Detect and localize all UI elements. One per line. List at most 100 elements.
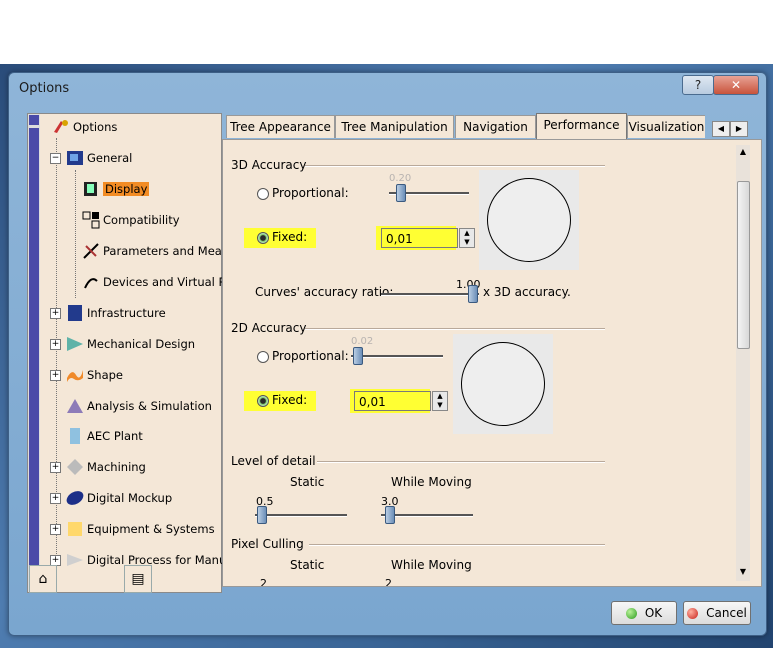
dialog-title: Options xyxy=(19,81,70,96)
culling-moving-value: 2 xyxy=(385,577,392,587)
tree-connector xyxy=(75,170,77,298)
content-scroll-thumb[interactable] xyxy=(737,181,750,349)
preview-2d xyxy=(453,334,553,434)
input-2d-fixed[interactable]: 0,01 xyxy=(354,391,431,411)
tree-item-infrastructure[interactable]: + Infrastructure xyxy=(50,302,166,324)
divider xyxy=(305,165,605,167)
tab-navigation[interactable]: Navigation xyxy=(455,115,536,138)
digital-process-icon xyxy=(66,551,84,569)
expand-icon[interactable]: + xyxy=(50,369,61,381)
tree-scrollbar[interactable] xyxy=(28,114,40,592)
expand-icon[interactable]: + xyxy=(50,461,61,473)
slider-curves-accuracy-thumb[interactable] xyxy=(468,285,478,303)
radio-2d-fixed[interactable] xyxy=(257,395,269,407)
divider xyxy=(317,461,605,463)
spinner-3d-fixed[interactable]: ▲ ▼ xyxy=(459,228,475,248)
tree-item-machining[interactable]: + Machining xyxy=(50,456,146,478)
expand-icon[interactable]: + xyxy=(50,307,61,319)
expand-icon[interactable]: + xyxy=(50,523,61,535)
label-3d-proportional: Proportional: xyxy=(272,186,349,200)
aec-plant-icon xyxy=(66,427,84,445)
shape-icon xyxy=(66,366,84,384)
label-culling-static: Static xyxy=(290,558,325,572)
label-2d-proportional: Proportional: xyxy=(272,349,349,363)
content-scrollbar[interactable]: ▲ ▼ xyxy=(736,145,750,581)
spinner-2d-fixed[interactable]: ▲ ▼ xyxy=(432,391,448,411)
radio-3d-proportional[interactable] xyxy=(257,188,269,200)
collapse-icon[interactable]: − xyxy=(50,152,61,164)
label-culling-moving: While Moving xyxy=(391,558,472,572)
compatibility-icon xyxy=(82,211,100,229)
cancel-icon xyxy=(687,607,699,619)
slider-lod-static[interactable] xyxy=(255,514,347,517)
preview-3d xyxy=(479,170,579,270)
export-settings-button[interactable]: ▤ xyxy=(124,565,152,593)
display-icon xyxy=(82,180,100,198)
tree-item-shape[interactable]: + Shape xyxy=(50,364,123,386)
equipment-icon xyxy=(66,520,84,538)
options-dialog: Options ? ✕ Options − General Display Co… xyxy=(8,72,767,636)
scroll-up-icon[interactable] xyxy=(29,115,39,125)
tab-bar: Tree Appearance Tree Manipulation Naviga… xyxy=(222,113,749,139)
cancel-button[interactable]: Cancel xyxy=(683,601,751,625)
tree-item-equipment[interactable]: + Equipment & Systems xyxy=(50,518,215,540)
slider-2d-proportional-thumb[interactable] xyxy=(353,347,363,365)
scroll-down-icon[interactable]: ▼ xyxy=(736,567,750,579)
tab-visualization[interactable]: Visualization xyxy=(627,115,705,138)
section-2d-accuracy: 2D Accuracy xyxy=(231,321,307,335)
slider-lod-static-thumb[interactable] xyxy=(257,506,267,524)
divider xyxy=(309,544,605,546)
tree-item-mechanical-design[interactable]: + Mechanical Design xyxy=(50,333,195,355)
slider-3d-proportional-thumb[interactable] xyxy=(396,184,406,202)
expand-icon[interactable]: + xyxy=(50,492,61,504)
machining-icon xyxy=(66,458,84,476)
slider-2d-proportional[interactable] xyxy=(351,355,443,358)
general-icon xyxy=(66,149,84,167)
radio-2d-proportional[interactable] xyxy=(257,351,269,363)
tree-item-parameters[interactable]: Parameters and Measur xyxy=(82,240,240,262)
tab-performance[interactable]: Performance xyxy=(536,113,627,139)
tree-item-analysis[interactable]: Analysis & Simulation xyxy=(66,395,212,417)
tree-item-display[interactable]: Display xyxy=(82,178,150,200)
section-level-of-detail: Level of detail xyxy=(231,454,316,468)
slider-curves-accuracy[interactable] xyxy=(381,293,479,296)
tree-item-devices[interactable]: Devices and Virtual Rea xyxy=(82,271,240,293)
document-icon: ▤ xyxy=(131,571,145,587)
ok-button[interactable]: OK xyxy=(611,601,677,625)
preview-3d-circle xyxy=(487,178,571,262)
input-3d-fixed[interactable]: 0,01 xyxy=(381,228,458,248)
tree-scroll-thumb[interactable] xyxy=(29,128,39,578)
tree-item-digital-mockup[interactable]: + Digital Mockup xyxy=(50,487,172,509)
expand-icon[interactable]: + xyxy=(50,554,61,566)
tab-tree-appearance[interactable]: Tree Appearance xyxy=(226,115,335,138)
radio-3d-fixed[interactable] xyxy=(257,232,269,244)
performance-panel: 3D Accuracy Proportional: 0.20 Fixed: 0,… xyxy=(222,139,762,587)
label-curves-suffix: x 3D accuracy. xyxy=(483,285,571,299)
help-button[interactable]: ? xyxy=(682,75,714,95)
section-pixel-culling: Pixel Culling xyxy=(231,537,304,551)
scroll-up-icon[interactable]: ▲ xyxy=(736,147,750,159)
options-tree: Options − General Display Compatibility … xyxy=(27,113,240,593)
tab-tree-manipulation[interactable]: Tree Manipulation xyxy=(335,115,454,138)
infrastructure-icon xyxy=(66,304,84,322)
analysis-icon xyxy=(66,397,84,415)
tab-scroll-left-icon[interactable]: ◀ xyxy=(712,121,730,137)
slider-lod-moving-thumb[interactable] xyxy=(385,506,395,524)
mechanical-design-icon xyxy=(66,335,84,353)
tab-scroll-right-icon[interactable]: ▶ xyxy=(730,121,748,137)
preview-2d-circle xyxy=(461,342,545,426)
home-icon: ⌂ xyxy=(38,571,48,587)
devices-icon xyxy=(82,273,100,291)
tree-item-general[interactable]: − General xyxy=(50,147,132,169)
section-3d-accuracy: 3D Accuracy xyxy=(231,158,307,172)
close-button[interactable]: ✕ xyxy=(713,75,759,95)
tree-item-aec-plant[interactable]: AEC Plant xyxy=(66,425,143,447)
slider-2d-proportional-value: 0.02 xyxy=(351,336,374,347)
reset-home-button[interactable]: ⌂ xyxy=(29,565,57,593)
expand-icon[interactable]: + xyxy=(50,338,61,350)
tree-item-options[interactable]: Options xyxy=(52,116,117,138)
divider xyxy=(305,328,605,330)
label-curves-accuracy: Curves' accuracy ratio: xyxy=(255,285,394,299)
label-2d-fixed: Fixed: xyxy=(272,393,308,407)
tree-item-compatibility[interactable]: Compatibility xyxy=(82,209,180,231)
